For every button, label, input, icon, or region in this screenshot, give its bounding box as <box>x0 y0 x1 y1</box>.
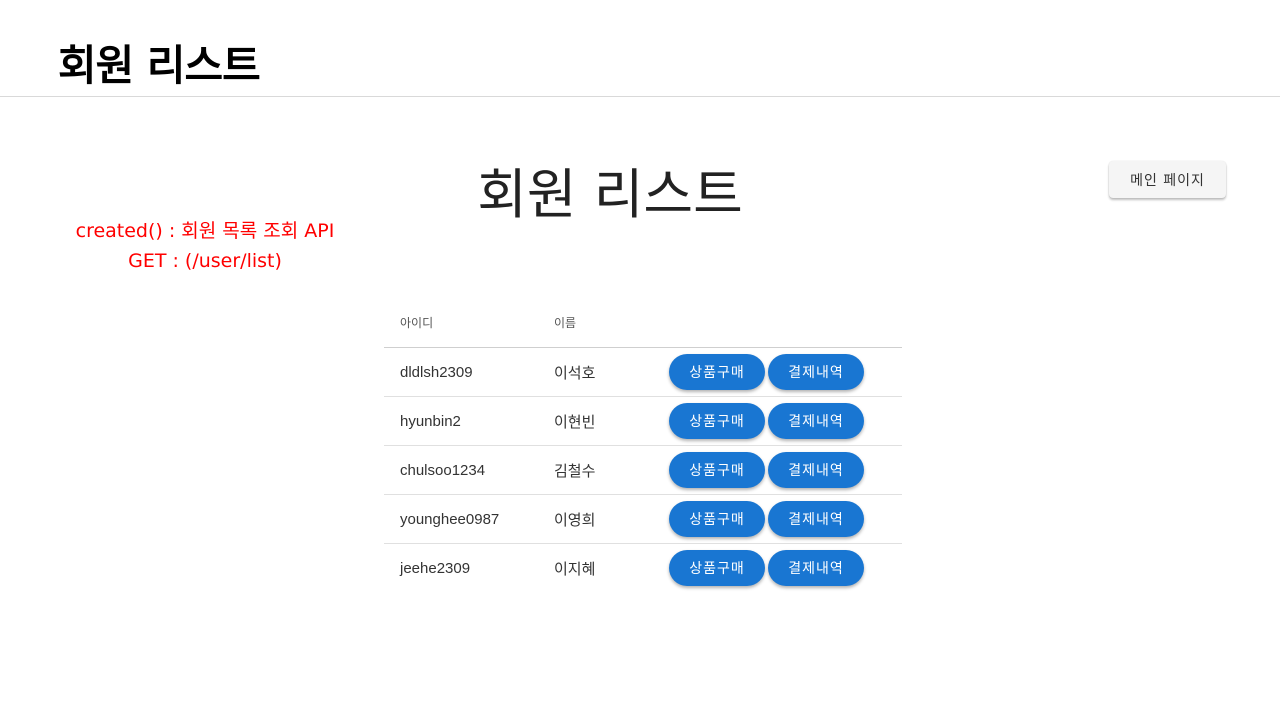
table-row: younghee0987 이영희 상품구매 결제내역 <box>384 494 902 544</box>
row-actions: 상품구매 결제내역 <box>669 494 902 544</box>
row-actions: 상품구매 결제내역 <box>669 347 902 397</box>
row-actions: 상품구매 결제내역 <box>669 544 902 593</box>
table-row: jeehe2309 이지혜 상품구매 결제내역 <box>384 544 902 593</box>
member-name: 이지혜 <box>554 560 596 578</box>
payment-history-button[interactable]: 결제내역 <box>768 403 864 439</box>
table-row: dldlsh2309 이석호 상품구매 결제내역 <box>384 347 902 397</box>
member-id: younghee0987 <box>384 494 554 544</box>
member-name: 김철수 <box>554 445 669 495</box>
member-name: 이현빈 <box>554 396 669 446</box>
buy-product-button[interactable]: 상품구매 <box>669 550 765 586</box>
member-name: 이석호 <box>554 347 669 397</box>
page-title-text: 회원 리스트 <box>477 163 743 226</box>
annotation-line-1: created() : 회원 목록 조회 API <box>75 220 335 242</box>
buy-product-button[interactable]: 상품구매 <box>669 354 765 390</box>
main-page-button[interactable]: 메인 페이지 <box>1109 161 1226 198</box>
api-annotation: created() : 회원 목록 조회 API GET : (/user/li… <box>40 216 370 276</box>
buy-product-button[interactable]: 상품구매 <box>669 501 765 537</box>
member-name: 이영희 <box>554 494 669 544</box>
table-row: chulsoo1234 김철수 상품구매 결제내역 <box>384 445 902 495</box>
member-id: chulsoo1234 <box>384 445 554 495</box>
annotation-line-2: GET : (/user/list) <box>128 250 282 272</box>
member-id: jeehe2309 <box>400 559 471 577</box>
row-actions: 상품구매 결제내역 <box>669 445 902 495</box>
buy-product-button[interactable]: 상품구매 <box>669 452 765 488</box>
table-header-row: 아이디 이름 <box>384 297 902 348</box>
row-actions: 상품구매 결제내역 <box>669 396 902 446</box>
buy-product-button[interactable]: 상품구매 <box>669 403 765 439</box>
header-name: 이름 <box>554 297 669 348</box>
header-id: 아이디 <box>384 297 554 348</box>
payment-history-button[interactable]: 결제내역 <box>768 354 864 390</box>
payment-history-button[interactable]: 결제내역 <box>768 452 864 488</box>
member-table: 아이디 이름 dldlsh2309 이석호 상품구매 결제내역 hyunbin2 … <box>384 297 902 592</box>
payment-history-button[interactable]: 결제내역 <box>768 501 864 537</box>
payment-history-button[interactable]: 결제내역 <box>768 550 864 586</box>
slide-header: 회원 리스트 <box>0 0 1280 97</box>
table-row: hyunbin2 이현빈 상품구매 결제내역 <box>384 396 902 446</box>
member-id: dldlsh2309 <box>384 347 554 397</box>
member-id: hyunbin2 <box>384 396 554 446</box>
header-actions <box>669 297 902 348</box>
slide-title: 회원 리스트 <box>58 41 261 90</box>
